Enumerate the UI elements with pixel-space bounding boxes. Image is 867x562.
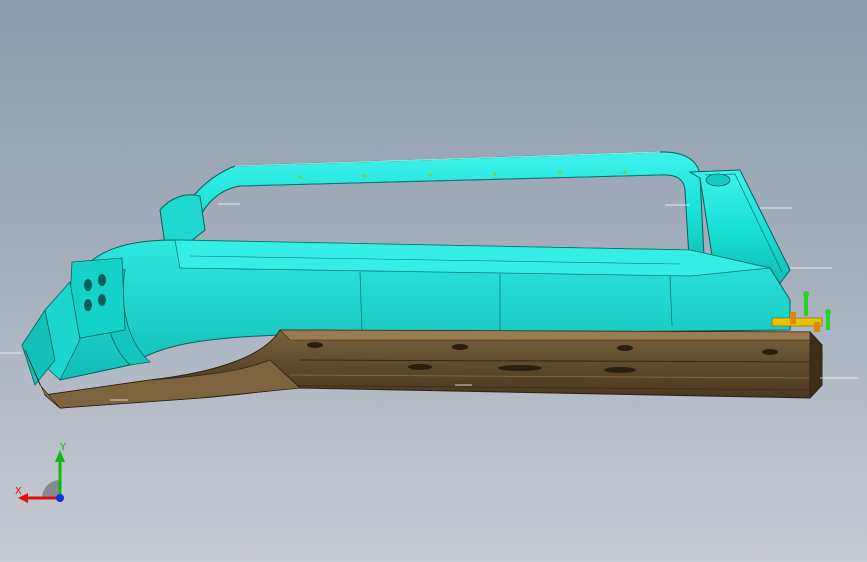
z-axis-dot xyxy=(56,494,64,502)
cad-model[interactable] xyxy=(0,0,867,562)
x-axis-label: X xyxy=(15,486,22,497)
axis-triad-graphic xyxy=(18,450,65,503)
cad-3d-viewport[interactable]: X Y xyxy=(0,0,867,562)
y-axis-label: Y xyxy=(60,442,67,453)
axis-triad: X Y xyxy=(10,438,80,508)
